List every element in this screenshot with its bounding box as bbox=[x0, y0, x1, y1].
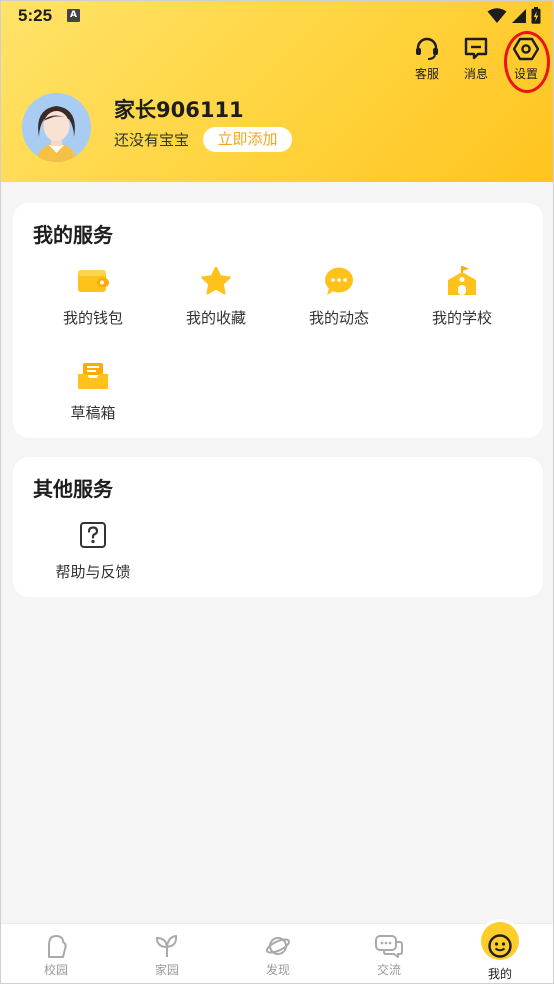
service-wallet[interactable]: 我的钱包 bbox=[33, 263, 153, 328]
wallet-icon bbox=[78, 270, 109, 292]
chat-icon bbox=[375, 935, 403, 958]
avatar[interactable] bbox=[22, 93, 91, 162]
service-school[interactable]: 我的学校 bbox=[402, 263, 522, 328]
status-icons bbox=[487, 7, 541, 24]
service-help-feedback[interactable]: 帮助与反馈 bbox=[33, 517, 153, 582]
my-services-title: 我的服务 bbox=[33, 223, 113, 247]
service-drafts-label: 草稿箱 bbox=[70, 404, 116, 422]
child-status-text: 还没有宝宝 bbox=[114, 131, 190, 149]
tab-mine-label: 我的 bbox=[487, 967, 512, 981]
tab-home-garden-label: 家园 bbox=[154, 963, 179, 977]
notification-badge: A bbox=[67, 9, 80, 22]
wifi-icon bbox=[487, 7, 507, 23]
tab-mine-bubble bbox=[481, 922, 519, 960]
service-posts-label: 我的动态 bbox=[308, 309, 369, 327]
my-services-card: 我的服务 我的钱包 我的收藏 我的动态 我的学校 草稿箱 bbox=[13, 203, 543, 438]
tab-mine[interactable]: 我的 bbox=[445, 922, 553, 983]
service-help-feedback-label: 帮助与反馈 bbox=[55, 563, 131, 581]
help-question-icon bbox=[80, 522, 106, 548]
sprout-icon bbox=[155, 934, 178, 957]
add-child-button[interactable]: 立即添加 bbox=[203, 127, 292, 152]
drafts-tray-icon bbox=[78, 363, 108, 389]
service-favorites-label: 我的收藏 bbox=[185, 309, 246, 327]
smiley-face-icon bbox=[488, 933, 512, 958]
service-school-label: 我的学校 bbox=[431, 309, 492, 327]
username: 家长906111 bbox=[114, 98, 244, 122]
signal-icon bbox=[512, 8, 526, 23]
screen: 5:25 A 客服 消息 设置 家长906111 还没有宝宝 立即添加 我的服务… bbox=[0, 0, 554, 984]
tab-home-garden[interactable]: 家园 bbox=[112, 924, 222, 983]
headset-icon bbox=[416, 37, 438, 60]
messages-button[interactable]: 消息 bbox=[454, 36, 498, 82]
avatar-illustration bbox=[22, 93, 91, 162]
star-icon bbox=[201, 266, 231, 295]
customer-service-button[interactable]: 客服 bbox=[405, 36, 449, 82]
campus-icon bbox=[48, 935, 67, 958]
planet-icon bbox=[265, 937, 291, 955]
customer-service-label: 客服 bbox=[414, 67, 439, 81]
tab-discover-label: 发现 bbox=[265, 963, 290, 977]
chat-bubble-icon bbox=[325, 267, 353, 295]
message-icon bbox=[464, 37, 488, 60]
bottom-tab-bar: 校园 家园 发现 交流 我的 bbox=[1, 922, 553, 983]
tab-chat-label: 交流 bbox=[376, 963, 401, 977]
other-services-card: 其他服务 帮助与反馈 bbox=[13, 457, 543, 597]
status-time: 5:25 bbox=[18, 6, 53, 25]
school-icon bbox=[448, 266, 476, 295]
settings-highlight-circle bbox=[504, 31, 550, 93]
status-bar: 5:25 A bbox=[1, 1, 553, 31]
service-wallet-label: 我的钱包 bbox=[62, 309, 123, 327]
tab-campus[interactable]: 校园 bbox=[1, 924, 111, 983]
tab-campus-label: 校园 bbox=[43, 963, 68, 977]
service-favorites[interactable]: 我的收藏 bbox=[156, 263, 276, 328]
tab-discover[interactable]: 发现 bbox=[223, 924, 333, 983]
other-services-title: 其他服务 bbox=[33, 477, 113, 501]
service-posts[interactable]: 我的动态 bbox=[279, 263, 399, 328]
tab-chat[interactable]: 交流 bbox=[334, 924, 444, 983]
profile-header: 5:25 A 客服 消息 设置 家长906111 还没有宝宝 立即添加 bbox=[1, 1, 553, 182]
battery-icon bbox=[531, 7, 541, 24]
messages-label: 消息 bbox=[463, 67, 488, 81]
service-drafts[interactable]: 草稿箱 bbox=[33, 358, 153, 423]
